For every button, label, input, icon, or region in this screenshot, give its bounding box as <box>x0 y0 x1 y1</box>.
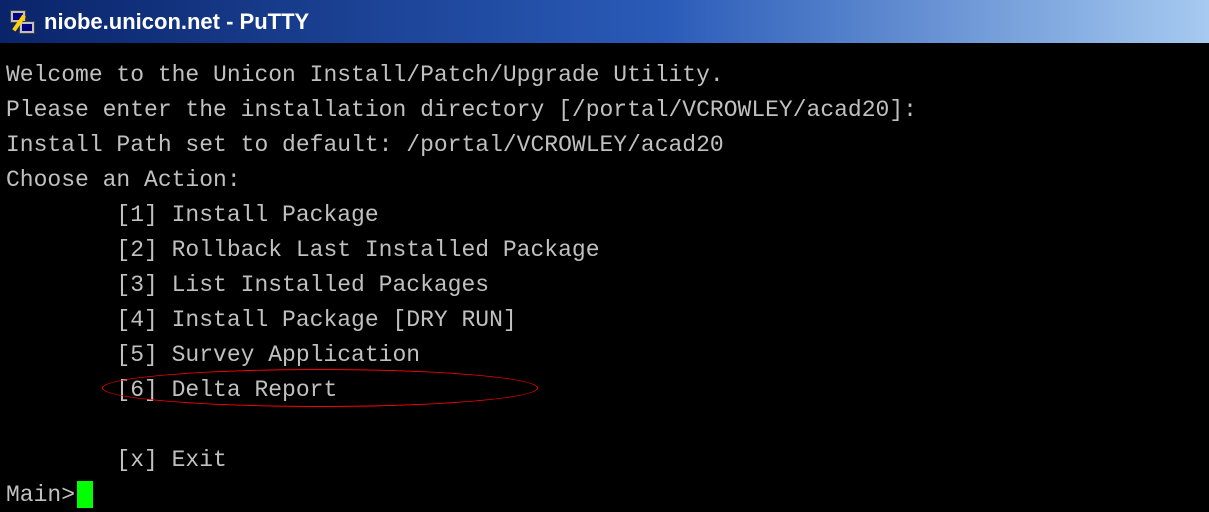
terminal-line-install-path: Install Path set to default: /portal/VCR… <box>6 132 724 158</box>
menu-option-list-installed: [3] List Installed Packages <box>6 272 490 298</box>
menu-option-exit: [x] Exit <box>6 447 227 473</box>
menu-option-dry-run: [4] Install Package [DRY RUN] <box>6 307 517 333</box>
menu-option-delta-report: [6] Delta Report <box>6 377 338 403</box>
menu-option-survey: [5] Survey Application <box>6 342 421 368</box>
main-prompt: Main> <box>6 482 76 508</box>
title-bar[interactable]: niobe.unicon.net - PuTTY <box>0 0 1209 43</box>
terminal-line-choose-action: Choose an Action: <box>6 167 241 193</box>
menu-option-install-package: [1] Install Package <box>6 202 379 228</box>
menu-option-rollback: [2] Rollback Last Installed Package <box>6 237 600 263</box>
prompt-line[interactable]: Main> <box>6 478 94 512</box>
putty-window: niobe.unicon.net - PuTTY Welcome to the … <box>0 0 1209 512</box>
terminal-line-enter-dir: Please enter the installation directory … <box>6 97 917 123</box>
terminal-cursor <box>77 481 94 509</box>
window-title: niobe.unicon.net - PuTTY <box>44 8 310 34</box>
terminal-area[interactable]: Welcome to the Unicon Install/Patch/Upgr… <box>0 57 1209 512</box>
putty-app-icon[interactable] <box>8 8 36 36</box>
terminal-line-welcome: Welcome to the Unicon Install/Patch/Upgr… <box>6 62 724 88</box>
